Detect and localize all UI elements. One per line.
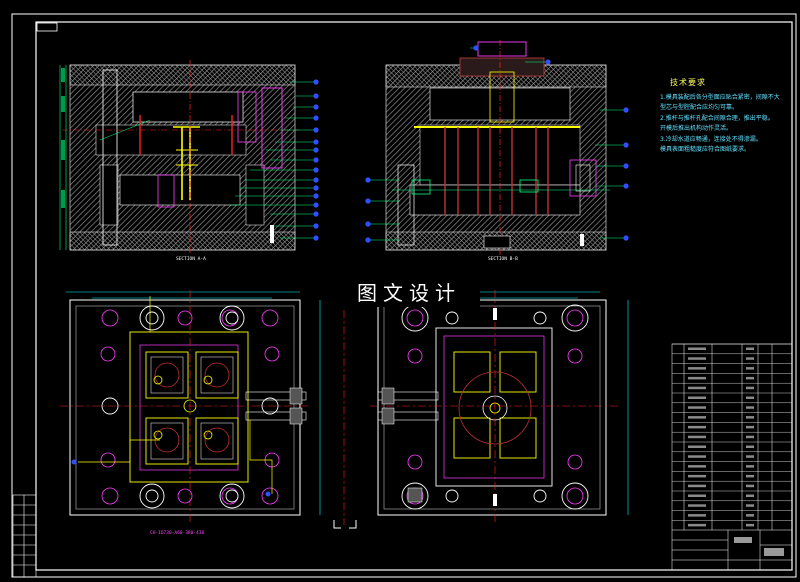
technical-requirements: 技术要求 1.模具装配后各分型面应贴合紧密，间隙不大于规定值。 型芯与型腔配合应… <box>660 78 780 156</box>
table-cell-mark <box>688 406 706 409</box>
table-cell-mark <box>746 357 754 360</box>
table-cell-mark <box>746 494 754 497</box>
table-cell-mark <box>688 357 706 360</box>
table-cell-mark <box>746 484 754 488</box>
section-label-right: SECTION B-B <box>488 256 518 262</box>
tech-req-line: 开模后推出机构动作灵活。 <box>660 125 733 132</box>
table-cell-mark <box>688 504 706 507</box>
table-cell-mark <box>688 465 706 468</box>
table-cell-mark <box>688 435 706 439</box>
table-cell-mark <box>746 455 754 458</box>
section-view-right <box>365 40 629 255</box>
tech-req-line: 模具表面粗糙度应符合图纸要求。 <box>660 146 751 153</box>
table-cell-mark <box>746 386 754 390</box>
table-cell-mark <box>688 347 706 350</box>
table-cell-mark <box>746 474 754 478</box>
table-cell-mark <box>688 494 706 497</box>
plan-view-right <box>343 290 629 525</box>
table-cell-mark <box>746 504 754 507</box>
section-label-left: SECTION A-A <box>176 256 206 262</box>
table-cell-mark <box>688 376 706 380</box>
tech-req-title: 技术要求 <box>670 78 706 87</box>
revision-column <box>12 494 37 578</box>
tech-req-line: 1.模具装配后各分型面应贴合紧密，间隙不大于规定值。 <box>660 93 780 101</box>
table-cell-mark <box>746 416 754 419</box>
tech-req-line: 3.冷却水道应畅通，连接处不得渗漏。 <box>660 135 762 143</box>
table-cell-mark <box>688 386 706 390</box>
table-cell-mark <box>746 445 754 448</box>
tech-req-line: 2.推杆与推杆孔配合间隙合理，推出平稳。 <box>660 114 774 122</box>
plan-view-left <box>60 290 321 522</box>
table-cell-mark <box>688 484 706 488</box>
table-cell-mark <box>746 523 754 527</box>
parts-list-rows <box>672 343 792 527</box>
table-cell-mark <box>746 396 754 399</box>
bottom-caption: CH-ID730-A60-380-430 <box>150 530 204 536</box>
table-cell-mark <box>688 367 706 370</box>
table-cell-mark <box>688 416 706 419</box>
watermark-banner: 图文设计 <box>338 279 480 307</box>
title-block <box>672 529 792 570</box>
table-cell-mark <box>746 347 754 350</box>
table-cell-mark <box>746 376 754 380</box>
section-marker <box>333 520 357 529</box>
table-cell-mark <box>746 367 754 370</box>
table-cell-mark <box>746 435 754 439</box>
table-cell-mark <box>746 406 754 409</box>
table-cell-mark <box>688 455 706 458</box>
table-cell-mark <box>688 474 706 478</box>
table-cell-mark <box>688 425 706 429</box>
section-view-left <box>59 60 319 255</box>
table-cell-mark <box>746 465 754 468</box>
table-cell-mark <box>688 514 706 517</box>
table-cell-mark <box>746 425 754 429</box>
table-cell-mark <box>688 396 706 399</box>
table-cell-mark <box>688 445 706 448</box>
tech-req-line: 型芯与型腔配合应均匀可靠。 <box>660 104 739 111</box>
table-cell-mark <box>688 523 706 527</box>
table-cell-mark <box>746 514 754 517</box>
